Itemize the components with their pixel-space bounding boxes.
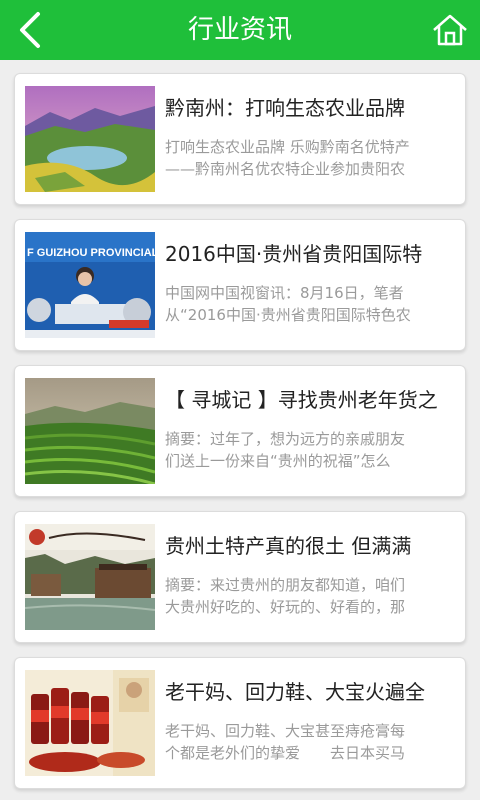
article-summary: 中国网中国视窗讯：8月16日，笔者 从“2016中国·贵州省贵阳国际特色农 — [165, 282, 457, 326]
article-title: 贵州土特产真的很土 但满满 — [165, 534, 412, 558]
article-thumbnail — [25, 378, 155, 484]
article-summary: 打响生态农业品牌 乐购黔南名优特产 ——黔南州名优农特企业参加贵阳农 — [165, 136, 457, 180]
article-thumbnail — [25, 86, 155, 192]
chili-sauce-jars-photo — [25, 670, 155, 776]
summary-line: 摘要：来过贵州的朋友都知道，咱们 — [165, 576, 406, 594]
riverside-town-photo — [25, 524, 155, 630]
page-title: 行业资讯 — [187, 15, 292, 45]
article-card[interactable]: F GUIZHOU PROVINCIAL 2016中国·贵州省贵阳国际特 中国网… — [14, 219, 466, 351]
landscape-lake-photo — [25, 86, 155, 192]
article-card[interactable]: 黔南州：打响生态农业品牌 打响生态农业品牌 乐购黔南名优特产 ——黔南州名优农特… — [14, 73, 466, 205]
summary-line: ——黔南州名优农特企业参加贵阳农 — [165, 160, 406, 178]
home-button[interactable] — [430, 10, 470, 50]
banner-text: F GUIZHOU PROVINCIAL — [27, 247, 155, 259]
article-title: 2016中国·贵州省贵阳国际特 — [165, 242, 423, 266]
article-list[interactable]: 黔南州：打响生态农业品牌 打响生态农业品牌 乐购黔南名优特产 ——黔南州名优农特… — [0, 60, 480, 800]
home-icon — [433, 14, 467, 46]
article-summary: 老干妈、回力鞋、大宝甚至痔疮膏每 个都是老外们的挚爱 去日本买马 — [165, 720, 457, 764]
article-title: 【 寻城记 】寻找贵州老年货之 — [165, 388, 438, 412]
article-summary: 摘要：过年了，想为远方的亲戚朋友 们送上一份来自“贵州的祝福”怎么 — [165, 428, 457, 472]
top-bar: 行业资讯 — [0, 0, 480, 60]
article-thumbnail — [25, 524, 155, 630]
article-summary: 摘要：来过贵州的朋友都知道，咱们 大贵州好吃的、好玩的、好看的，那 — [165, 574, 457, 618]
article-card[interactable]: 贵州土特产真的很土 但满满 摘要：来过贵州的朋友都知道，咱们 大贵州好吃的、好玩… — [14, 511, 466, 643]
summary-line: 们送上一份来自“贵州的祝福”怎么 — [165, 452, 391, 470]
summary-line: 中国网中国视窗讯：8月16日，笔者 — [165, 284, 404, 302]
article-title: 黔南州：打响生态农业品牌 — [165, 96, 405, 120]
summary-line: 从“2016中国·贵州省贵阳国际特色农 — [165, 306, 411, 324]
summary-line: 个都是老外们的挚爱 去日本买马 — [165, 744, 406, 762]
summary-line: 老干妈、回力鞋、大宝甚至痔疮膏每 — [165, 722, 406, 740]
summary-line: 大贵州好吃的、好玩的、好看的，那 — [165, 598, 406, 616]
summary-line: 打响生态农业品牌 乐购黔南名优特产 — [165, 138, 410, 156]
article-card[interactable]: 老干妈、回力鞋、大宝火遍全 老干妈、回力鞋、大宝甚至痔疮膏每 个都是老外们的挚爱… — [14, 657, 466, 789]
article-thumbnail: F GUIZHOU PROVINCIAL — [25, 232, 155, 338]
summary-line: 摘要：过年了，想为远方的亲戚朋友 — [165, 430, 406, 448]
article-title: 老干妈、回力鞋、大宝火遍全 — [165, 680, 425, 704]
press-conference-photo: F GUIZHOU PROVINCIAL — [25, 232, 155, 338]
tea-plantation-photo — [25, 378, 155, 484]
article-thumbnail — [25, 670, 155, 776]
article-card[interactable]: 【 寻城记 】寻找贵州老年货之 摘要：过年了，想为远方的亲戚朋友 们送上一份来自… — [14, 365, 466, 497]
